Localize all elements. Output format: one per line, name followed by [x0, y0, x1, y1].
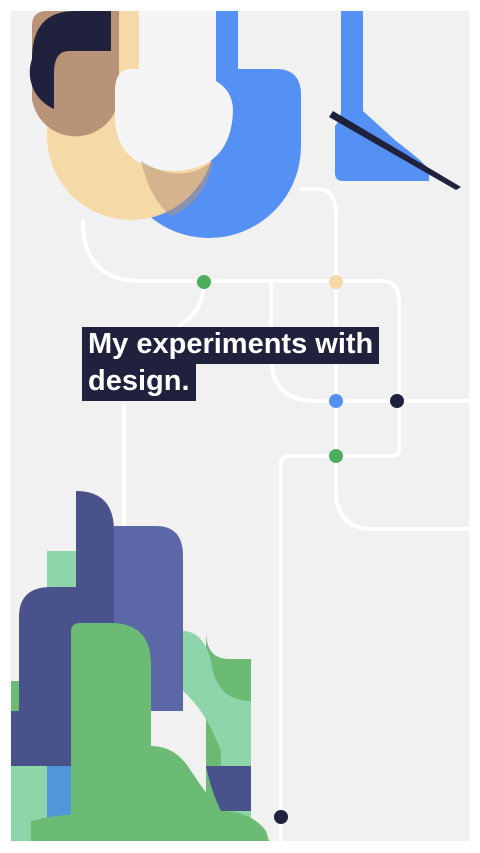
network-dot-green-lower [329, 449, 343, 463]
headline-line-1: My experiments with [82, 327, 380, 364]
network-dot-green [197, 275, 211, 289]
network-dot-peach [329, 275, 343, 289]
hero-headline: My experiments with design. [82, 327, 380, 401]
network-dot-navy-bottom [274, 810, 288, 824]
network-dot-navy [390, 394, 404, 408]
hero-card: My experiments with design. [11, 11, 469, 841]
headline-line-2: design. [82, 364, 196, 401]
hero-illustration [11, 11, 469, 841]
